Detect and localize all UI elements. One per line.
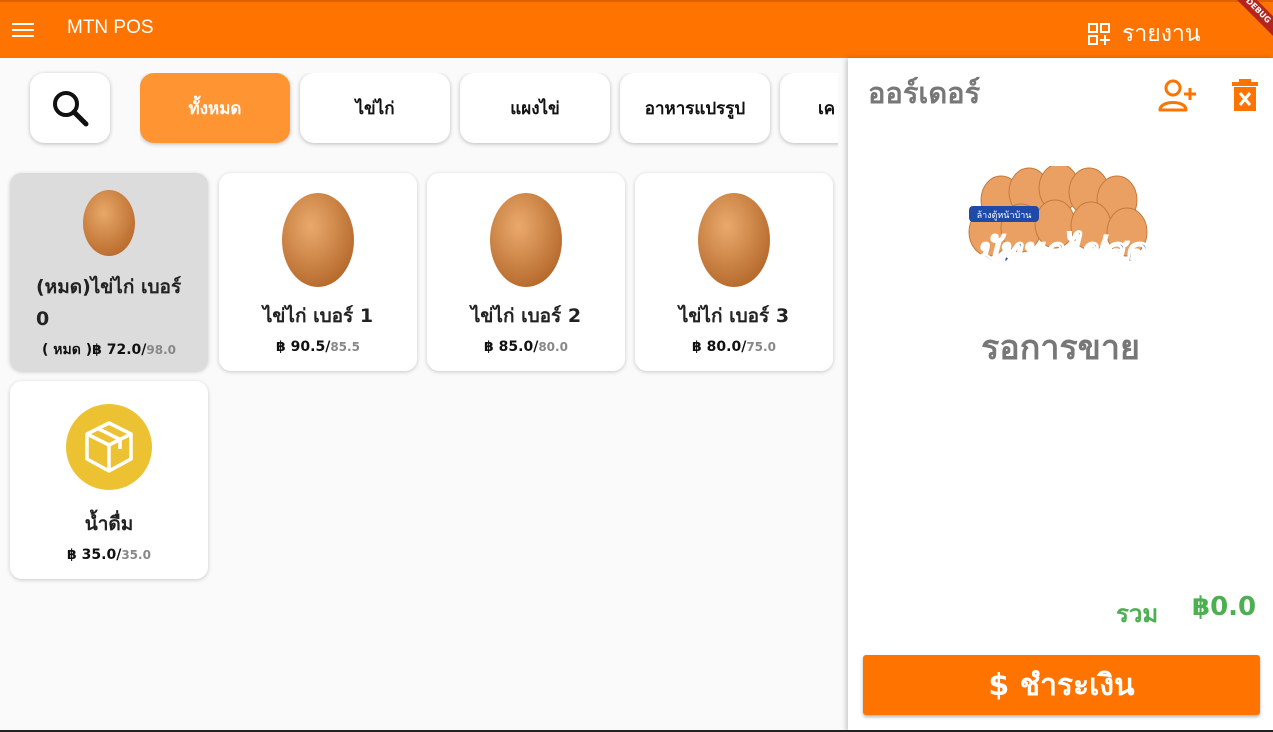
order-panel: ออร์เดอร์ ล้างตู้หน้าบ้าน มัทนาไข่สด รอก… xyxy=(848,58,1273,732)
product-name: ไข่ไก่ เบอร์ 3 xyxy=(678,305,790,327)
product-name: ไข่ไก่ เบอร์ 1 xyxy=(262,305,374,327)
report-button[interactable]: รายงาน xyxy=(1088,16,1201,52)
product-name: ไข่ไก่ เบอร์ 2 xyxy=(470,305,582,327)
egg-icon xyxy=(83,190,135,256)
egg-icon xyxy=(698,193,770,287)
product-name: น้ำดื่ม xyxy=(84,513,134,535)
debug-banner: DEBUG xyxy=(1228,0,1273,41)
add-customer-icon[interactable] xyxy=(1157,78,1197,114)
search-icon xyxy=(53,91,89,127)
app-title: MTN POS xyxy=(67,17,154,38)
egg-icon xyxy=(282,193,354,287)
app-bar: MTN POS รายงาน DEBUG xyxy=(0,0,1273,58)
menu-icon[interactable] xyxy=(12,20,34,40)
egg-icon xyxy=(490,193,562,287)
category-tab-egg-trays[interactable]: แผงไข่ xyxy=(460,73,610,143)
product-panel: ทั้งหมด ไข่ไก่ แผงไข่ อาหารแปรรูป เค (หม… xyxy=(0,58,848,732)
product-price: ฿ 85.0/80.0 xyxy=(484,339,568,355)
order-title: ออร์เดอร์ xyxy=(868,76,981,110)
product-card-egg-3[interactable]: ไข่ไก่ เบอร์ 3 ฿ 80.0/75.0 xyxy=(635,173,833,371)
category-tab-partial[interactable]: เค xyxy=(780,73,838,143)
total-value: ฿0.0 xyxy=(1192,592,1257,622)
category-tab-eggs[interactable]: ไข่ไก่ xyxy=(300,73,450,143)
clear-order-icon[interactable] xyxy=(1231,78,1259,112)
category-tabs: ทั้งหมด ไข่ไก่ แผงไข่ อาหารแปรรูป เค xyxy=(140,73,838,153)
total-label: รวม xyxy=(1116,600,1159,628)
shop-logo: ล้างตู้หน้าบ้าน มัทนาไข่สด xyxy=(968,166,1149,272)
product-card-egg-1[interactable]: ไข่ไก่ เบอร์ 1 ฿ 90.5/85.5 xyxy=(219,173,417,371)
category-tab-all[interactable]: ทั้งหมด xyxy=(140,73,290,143)
category-tab-processed-food[interactable]: อาหารแปรรูป xyxy=(620,73,770,143)
product-price: ฿ 80.0/75.0 xyxy=(692,339,776,355)
pay-button[interactable]: $ ชำระเงิน xyxy=(863,655,1260,715)
product-name: (หมด)ไข่ไก่ เบอร์ 0 xyxy=(36,276,182,330)
report-label: รายงาน xyxy=(1122,21,1201,47)
product-card-water[interactable]: น้ำดื่ม ฿ 35.0/35.0 xyxy=(10,381,208,579)
svg-text:ล้างตู้หน้าบ้าน: ล้างตู้หน้าบ้าน xyxy=(977,210,1032,221)
order-status: รอการขาย xyxy=(981,328,1140,368)
product-card-egg-2[interactable]: ไข่ไก่ เบอร์ 2 ฿ 85.0/80.0 xyxy=(427,173,625,371)
product-price: ( หมด )฿ 72.0/98.0 xyxy=(42,342,176,358)
product-card-egg-0[interactable]: (หมด)ไข่ไก่ เบอร์ 0 ( หมด )฿ 72.0/98.0 xyxy=(10,173,208,371)
search-button[interactable] xyxy=(30,73,110,143)
box-icon xyxy=(66,404,152,490)
product-price: ฿ 35.0/35.0 xyxy=(67,547,151,563)
product-price: ฿ 90.5/85.5 xyxy=(276,339,360,355)
svg-text:มัทนาไข่สด: มัทนาไข่สด xyxy=(976,230,1148,271)
report-grid-icon xyxy=(1088,23,1110,45)
